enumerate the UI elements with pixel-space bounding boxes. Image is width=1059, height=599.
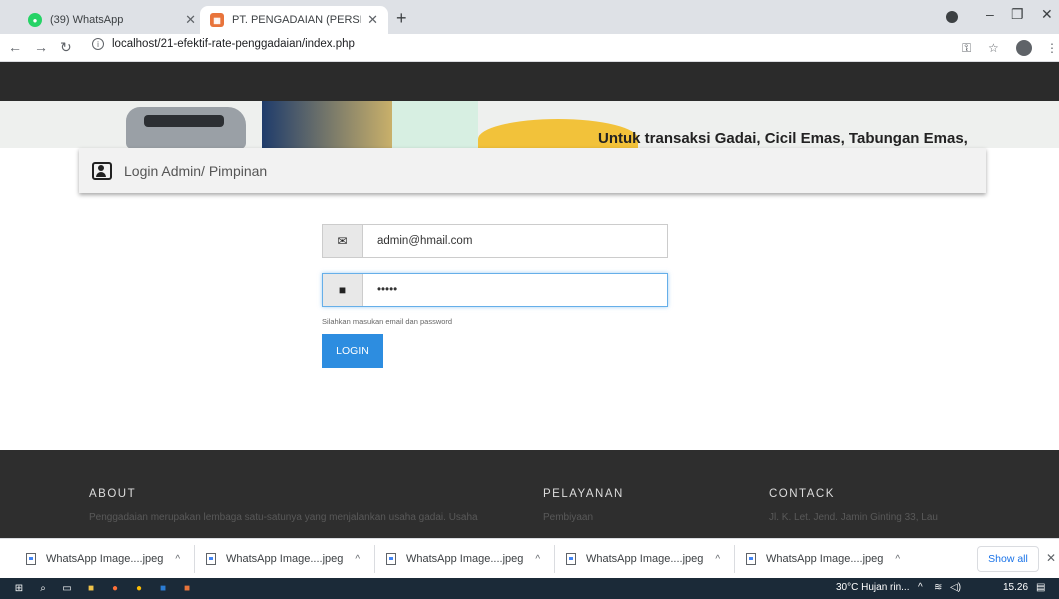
maximize-icon[interactable]: ❐ (1011, 6, 1024, 23)
password-input-group: ■ (322, 273, 668, 307)
image-file-icon (746, 553, 756, 565)
login-title: Login Admin/ Pimpinan (124, 162, 268, 179)
divider (554, 545, 555, 573)
image-file-icon (386, 553, 396, 565)
banner-image-phone (392, 101, 478, 148)
address-bar[interactable]: i localhost/21-efektif-rate-penggadaian/… (92, 38, 355, 50)
chevron-up-icon[interactable]: ^ (895, 554, 900, 565)
search-icon[interactable]: ⌕ (36, 581, 50, 595)
menu-kebab-icon[interactable]: ⋮ (1046, 41, 1058, 55)
download-filename: WhatsApp Image....jpeg (406, 553, 524, 565)
tab-whatsapp[interactable]: ● (39) WhatsApp ✕ (18, 6, 206, 34)
image-file-icon (26, 553, 36, 565)
close-tab-icon[interactable]: ✕ (185, 12, 196, 28)
weather-status[interactable]: 30°C Hujan rin... (836, 582, 909, 593)
password-field[interactable] (363, 274, 667, 306)
bookmark-star-icon[interactable]: ☆ (988, 41, 999, 55)
new-tab-icon[interactable]: + (396, 8, 407, 29)
word-icon[interactable]: ■ (156, 581, 170, 595)
promo-banner: Untuk transaksi Gadai, Cicil Emas, Tabun… (0, 101, 1059, 148)
footer-about-heading: ABOUT (89, 488, 137, 500)
footer-contact-heading: CONTACK (769, 488, 835, 500)
show-all-downloads-button[interactable]: Show all (977, 546, 1039, 572)
profile-icon[interactable] (946, 11, 958, 23)
footer-services-heading: PELAYANAN (543, 488, 624, 500)
banner-image-gold (262, 101, 392, 148)
windows-taskbar: ⊞ ⌕ ▭ ■ ● ● ■ ■ 30°C Hujan rin... ^ ≋ ◁)… (0, 578, 1059, 599)
close-download-bar-icon[interactable]: ✕ (1046, 551, 1056, 565)
volume-icon[interactable]: ◁) (950, 582, 961, 593)
back-icon[interactable]: ← (8, 39, 22, 55)
download-filename: WhatsApp Image....jpeg (226, 553, 344, 565)
chevron-up-icon[interactable]: ^ (535, 554, 540, 565)
reload-icon[interactable]: ↻ (60, 39, 72, 56)
download-item[interactable]: WhatsApp Image....jpeg ^ (746, 551, 900, 567)
login-header: Login Admin/ Pimpinan (79, 148, 986, 193)
divider (734, 545, 735, 573)
chevron-up-icon[interactable]: ^ (355, 554, 360, 565)
email-input-group: ✉ (322, 224, 668, 258)
key-icon[interactable]: ⚿ (962, 41, 971, 56)
tab-title: PT. PENGADAIAN (PERSERO) (232, 14, 361, 26)
browser-toolbar: ← → ↻ i localhost/21-efektif-rate-pengga… (0, 34, 1059, 62)
download-filename: WhatsApp Image....jpeg (766, 553, 884, 565)
login-button[interactable]: LOGIN (322, 334, 383, 368)
chrome-icon[interactable]: ● (132, 581, 146, 595)
close-tab-icon[interactable]: ✕ (367, 12, 378, 28)
download-bar: WhatsApp Image....jpeg ^ WhatsApp Image.… (0, 538, 1059, 578)
firefox-icon[interactable]: ● (108, 581, 122, 595)
site-footer: ABOUT Penggadaian merupakan lembaga satu… (0, 450, 1059, 538)
windows-start-icon[interactable]: ⊞ (12, 581, 26, 595)
divider (194, 545, 195, 573)
divider (374, 545, 375, 573)
image-file-icon (206, 553, 216, 565)
user-portrait-icon (92, 161, 112, 180)
forward-icon[interactable]: → (34, 39, 48, 55)
banner-text: Untuk transaksi Gadai, Cicil Emas, Tabun… (598, 130, 968, 147)
download-item[interactable]: WhatsApp Image....jpeg ^ (566, 551, 720, 567)
notification-icon[interactable]: ▤ (1036, 582, 1045, 593)
tab-title: (39) WhatsApp (50, 14, 124, 26)
chevron-up-icon[interactable]: ^ (175, 554, 180, 565)
envelope-icon: ✉ (323, 225, 363, 257)
url-text: localhost/21-efektif-rate-penggadaian/in… (112, 38, 355, 50)
footer-services-text[interactable]: Pembiyaan (543, 512, 593, 523)
tray-chevron-icon[interactable]: ^ (918, 582, 923, 593)
lock-icon: ■ (323, 274, 363, 306)
window-close-icon[interactable]: ✕ (1041, 6, 1053, 23)
login-help-text: Silahkan masukan email dan password (322, 317, 453, 326)
email-field[interactable] (363, 225, 667, 257)
chevron-up-icon[interactable]: ^ (715, 554, 720, 565)
tab-pengadaian[interactable]: ▦ PT. PENGADAIAN (PERSERO) ✕ (200, 6, 388, 34)
footer-about-text: Penggadaian merupakan lembaga satu-satun… (89, 512, 478, 523)
download-filename: WhatsApp Image....jpeg (586, 553, 704, 565)
site-navbar (0, 62, 1059, 101)
browser-tab-strip: ● (39) WhatsApp ✕ ▦ PT. PENGADAIAN (PERS… (0, 0, 1059, 34)
image-file-icon (566, 553, 576, 565)
download-item[interactable]: WhatsApp Image....jpeg ^ (206, 551, 360, 567)
pengadaian-favicon-icon: ▦ (210, 13, 224, 27)
account-avatar[interactable] (1016, 40, 1032, 56)
clock[interactable]: 15.26 (1003, 582, 1028, 593)
minimize-icon[interactable]: – (986, 6, 994, 22)
whatsapp-favicon-icon: ● (28, 13, 42, 27)
task-view-icon[interactable]: ▭ (60, 581, 74, 595)
download-item[interactable]: WhatsApp Image....jpeg ^ (26, 551, 180, 567)
info-icon[interactable]: i (92, 38, 104, 50)
footer-contact-text: Jl. K. Let. Jend. Jamin Ginting 33, Lau (769, 512, 938, 523)
car-image (126, 107, 246, 148)
download-filename: WhatsApp Image....jpeg (46, 553, 164, 565)
xampp-icon[interactable]: ■ (180, 581, 194, 595)
file-explorer-icon[interactable]: ■ (84, 581, 98, 595)
network-icon[interactable]: ≋ (934, 582, 942, 593)
download-item[interactable]: WhatsApp Image....jpeg ^ (386, 551, 540, 567)
